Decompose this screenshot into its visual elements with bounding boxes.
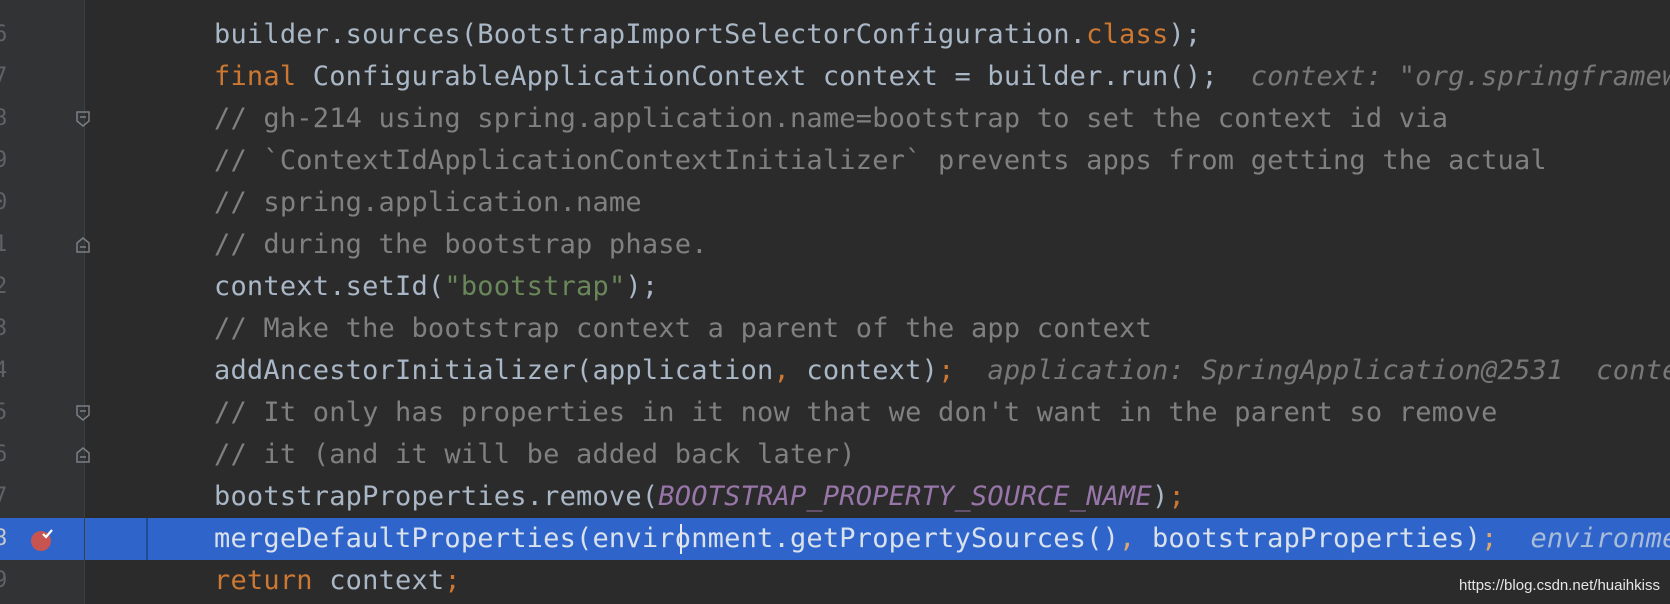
line-number: 6 — [0, 442, 8, 467]
line-number: 0 — [0, 190, 8, 215]
code-line[interactable]: 9 // `ContextIdApplicationContextInitial… — [0, 140, 1670, 182]
code-line[interactable]: 6 // it (and it will be added back later… — [0, 434, 1670, 476]
code-text[interactable]: addAncestorInitializer(application, cont… — [214, 350, 1670, 392]
code-line[interactable]: 3 // Make the bootstrap context a parent… — [0, 308, 1670, 350]
line-number: 2 — [0, 274, 8, 299]
inline-debug-hint: context: "org.springframewor — [1217, 61, 1670, 92]
line-number: 9 — [0, 148, 8, 173]
line-number: 1 — [0, 232, 8, 257]
fold-start-icon[interactable] — [75, 110, 91, 128]
fold-end-icon[interactable] — [75, 236, 91, 254]
code-text[interactable]: // It only has properties in it now that… — [214, 392, 1498, 434]
code-text[interactable]: // it (and it will be added back later) — [214, 434, 856, 476]
code-text[interactable]: // spring.application.name — [214, 182, 642, 224]
line-number: 9 — [0, 568, 8, 593]
line-number: 3 — [0, 316, 8, 341]
code-text[interactable]: // during the bootstrap phase. — [214, 224, 708, 266]
code-line[interactable]: 2 context.setId("bootstrap"); — [0, 266, 1670, 308]
inline-debug-hint: environment — [1530, 523, 1670, 554]
line-number: 4 — [0, 358, 8, 383]
code-line[interactable]: 0 // spring.application.name — [0, 182, 1670, 224]
code-line[interactable]: 7 bootstrapProperties.remove(BOOTSTRAP_P… — [0, 476, 1670, 518]
current-execution-line[interactable]: 8 mergeDefaultProperties(environment.get… — [0, 518, 1670, 560]
code-text[interactable]: return context; — [214, 560, 461, 602]
line-number: 6 — [0, 22, 8, 47]
code-line[interactable]: 6 builder.sources(BootstrapImportSelecto… — [0, 14, 1670, 56]
fold-end-icon[interactable] — [75, 446, 91, 464]
watermark: https://blog.csdn.net/huaihkiss — [1459, 577, 1660, 594]
code-line[interactable]: 7 final ConfigurableApplicationContext c… — [0, 56, 1670, 98]
code-text[interactable]: mergeDefaultProperties(environment.getPr… — [214, 518, 1670, 560]
code-line[interactable]: 8 // gh-214 using spring.application.nam… — [0, 98, 1670, 140]
code-line[interactable]: 9 return context; — [0, 560, 1670, 602]
line-number: 8 — [0, 526, 8, 551]
text-caret — [680, 524, 682, 554]
code-text[interactable]: // `ContextIdApplicationContextInitializ… — [214, 140, 1547, 182]
code-text[interactable]: bootstrapProperties.remove(BOOTSTRAP_PRO… — [214, 476, 1185, 518]
code-text[interactable]: // gh-214 using spring.application.name=… — [214, 98, 1448, 140]
code-text[interactable]: // Make the bootstrap context a parent o… — [214, 308, 1152, 350]
code-line[interactable]: 4 addAncestorInitializer(application, co… — [0, 350, 1670, 392]
code-line[interactable]: 1 // during the bootstrap phase. — [0, 224, 1670, 266]
code-line[interactable]: 5 // It only has properties in it now th… — [0, 392, 1670, 434]
inline-debug-hint: application: SpringApplication@2531 cont… — [954, 355, 1670, 386]
line-number: 8 — [0, 106, 8, 131]
code-text[interactable]: builder.sources(BootstrapImportSelectorC… — [214, 14, 1201, 56]
line-number: 7 — [0, 484, 8, 509]
line-number: 7 — [0, 64, 8, 89]
breakpoint-icon[interactable] — [30, 528, 54, 552]
code-text[interactable]: final ConfigurableApplicationContext con… — [214, 56, 1670, 98]
code-text[interactable]: context.setId("bootstrap"); — [214, 266, 658, 308]
line-number: 5 — [0, 400, 8, 425]
fold-start-icon[interactable] — [75, 404, 91, 422]
code-editor[interactable]: 6 builder.sources(BootstrapImportSelecto… — [0, 0, 1670, 604]
